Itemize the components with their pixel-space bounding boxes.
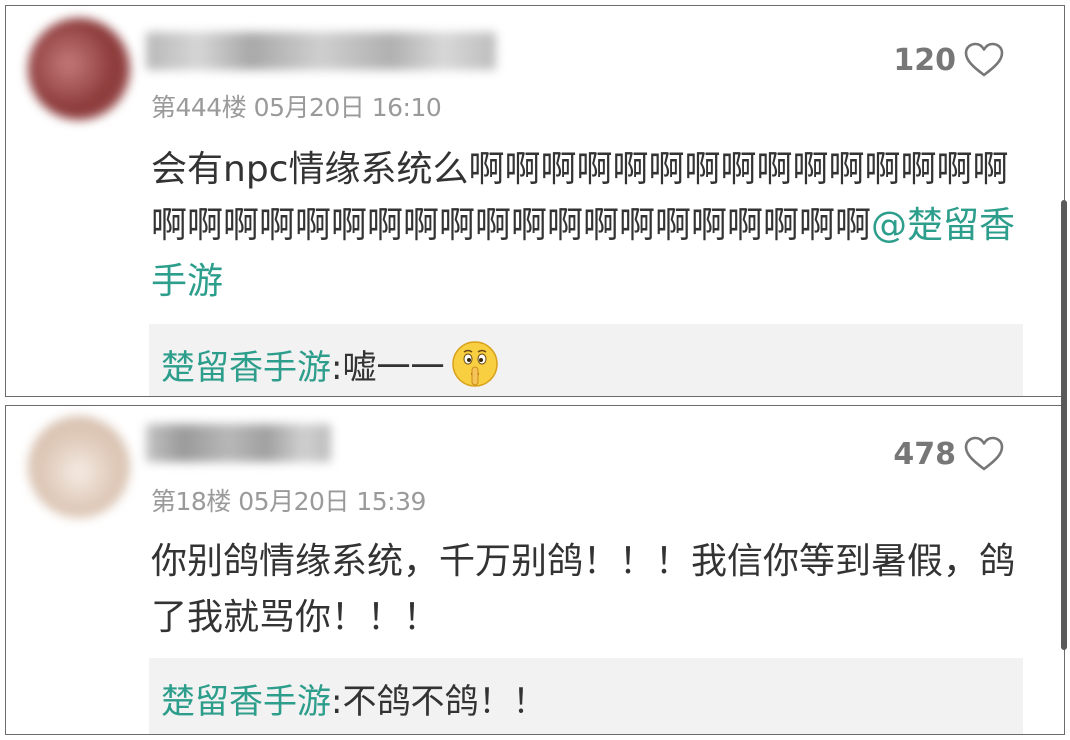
reply-text: :不鸽不鸽！！ (331, 681, 547, 722)
scrollbar[interactable] (1061, 200, 1067, 650)
floor-and-time: 第444楼 05月20日 16:10 (151, 93, 442, 122)
username-blurred[interactable] (146, 32, 496, 70)
official-reply[interactable]: 楚留香手游:嘘一一 (149, 324, 1023, 396)
shush-emoji-icon (452, 341, 499, 387)
like-button[interactable]: 120 (893, 42, 1004, 78)
like-count: 120 (893, 42, 956, 78)
like-button[interactable]: 478 (893, 436, 1004, 472)
heart-icon[interactable] (964, 436, 1004, 472)
reply-author[interactable]: 楚留香手游 (161, 674, 331, 723)
reply-text: :嘘一一 (331, 347, 445, 388)
heart-icon[interactable] (964, 42, 1004, 78)
username-blurred[interactable] (146, 424, 331, 462)
floor-and-time: 第18楼 05月20日 15:39 (151, 487, 426, 516)
comment-card: 第444楼 05月20日 16:10 120 会有npc情缘系统么啊啊啊啊啊啊啊… (5, 5, 1065, 397)
comment-text: 你别鸽情缘系统，千万别鸽！！！我信你等到暑假，鸽了我就骂你！！！ (151, 541, 1016, 638)
avatar[interactable] (28, 416, 130, 518)
reply-author[interactable]: 楚留香手游 (161, 340, 331, 389)
comment-content: 你别鸽情缘系统，千万别鸽！！！我信你等到暑假，鸽了我就骂你！！！ (151, 534, 1031, 646)
comment-content: 会有npc情缘系统么啊啊啊啊啊啊啊啊啊啊啊啊啊啊啊啊啊啊啊啊啊啊啊啊啊啊啊啊啊啊… (151, 142, 1031, 310)
avatar[interactable] (28, 18, 130, 120)
comment-card: 第18楼 05月20日 15:39 478 你别鸽情缘系统，千万别鸽！！！我信你… (5, 405, 1065, 735)
official-reply[interactable]: 楚留香手游:不鸽不鸽！！ (149, 658, 1023, 734)
like-count: 478 (893, 436, 956, 472)
